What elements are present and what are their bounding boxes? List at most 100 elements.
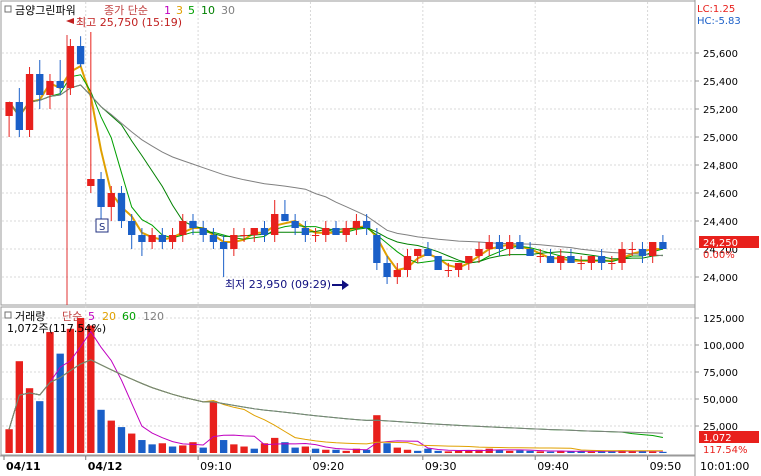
volume-bar — [199, 447, 207, 453]
volume-bar — [128, 433, 136, 453]
candle-body — [66, 46, 75, 88]
volume-bar — [342, 450, 350, 453]
candle-body — [495, 242, 504, 249]
ma-period-5: 5 — [188, 4, 195, 17]
candle-body — [373, 235, 381, 263]
y-tick-label: 24,000 — [703, 273, 738, 284]
volume-bar — [536, 451, 544, 453]
volume-bar — [403, 449, 412, 453]
candle-body — [230, 235, 238, 249]
candle-body — [475, 249, 483, 256]
candle-body — [15, 102, 24, 130]
candle-body — [56, 81, 64, 88]
volume-bar — [516, 450, 524, 453]
volume-bar — [179, 445, 187, 453]
volume-bar — [250, 448, 258, 453]
volume-bar — [107, 420, 115, 453]
volume-bar — [485, 448, 493, 453]
candle-body — [352, 221, 361, 228]
volume-bar — [505, 450, 514, 453]
volume-bar — [36, 401, 44, 453]
y-tick-label: 25,400 — [703, 77, 738, 88]
stock-name: 금양그린파워 — [15, 4, 76, 17]
x-tick-label: 09:10 — [200, 460, 232, 473]
volume-badge-text: 1,072 — [703, 433, 732, 444]
volume-bar — [168, 446, 177, 453]
candle-body — [567, 256, 575, 263]
candle-body — [444, 270, 453, 271]
price-change-pct: 0.00% — [703, 250, 735, 261]
volume-bar — [383, 443, 391, 453]
x-tick-label: 04/12 — [88, 460, 123, 473]
y-tick-label: 25,600 — [703, 49, 738, 60]
volume-bar — [230, 444, 238, 453]
candle-body — [179, 221, 187, 235]
candle-body — [454, 263, 463, 270]
volume-bar — [209, 401, 218, 453]
x-tick-label: 10:01:00 — [700, 460, 749, 473]
candle-body — [577, 263, 585, 264]
candle-body — [128, 221, 136, 235]
candle-body — [291, 221, 299, 228]
x-tick-label: 09:50 — [650, 460, 682, 473]
volume-bar — [117, 427, 126, 453]
volume-bar — [434, 450, 442, 453]
volume-bar — [15, 361, 24, 453]
candle-body — [240, 235, 248, 236]
candle-body — [536, 256, 544, 257]
y-tick-label: 100,000 — [703, 341, 744, 352]
lc-label: LC:1.25 — [697, 4, 735, 15]
candle-body — [414, 249, 422, 256]
volume-bar — [322, 449, 330, 453]
volume-bar — [76, 318, 85, 453]
y-tick-label: 125,000 — [703, 314, 744, 325]
candle-body — [168, 235, 177, 242]
candle-body — [424, 249, 432, 256]
volume-info: 1,072주(117.54%) — [7, 322, 106, 335]
volume-bar — [526, 450, 534, 453]
high-annotation: 최고 25,750 (15:19) — [76, 16, 182, 29]
candle-body — [117, 193, 126, 221]
candle-body — [648, 242, 657, 256]
x-tick-label: 09:40 — [537, 460, 569, 473]
panel-menu-icon[interactable] — [4, 5, 12, 13]
candle-body — [485, 242, 493, 249]
ma-period-30: 30 — [221, 4, 235, 17]
candle-body — [434, 256, 442, 270]
vol-ma-120: 120 — [143, 310, 164, 323]
x-tick-label: 09:30 — [425, 460, 457, 473]
volume-menu-icon[interactable] — [4, 311, 12, 319]
candle-body — [638, 249, 647, 256]
volume-bar — [301, 446, 310, 453]
volume-bar — [56, 353, 64, 453]
candle-body — [107, 193, 115, 207]
volume-bar — [424, 448, 432, 453]
y-tick-label: 24,600 — [703, 189, 738, 200]
volume-bar — [291, 447, 299, 453]
x-tick-label: 04/11 — [6, 460, 41, 473]
candle-body — [76, 46, 85, 65]
volume-bar — [5, 429, 13, 453]
candle-body — [46, 81, 54, 95]
candle-body — [383, 263, 391, 277]
volume-bar — [219, 440, 228, 453]
y-tick-label: 24,400 — [703, 217, 738, 228]
volume-bar — [393, 447, 401, 453]
candle-body — [189, 221, 197, 228]
candle-body — [393, 270, 401, 277]
low-annotation: 최저 23,950 (09:29) — [225, 278, 331, 291]
candle-body — [342, 228, 350, 235]
volume-bar — [25, 388, 34, 453]
candle-body — [5, 102, 13, 116]
candle-body — [659, 242, 667, 249]
volume-bar — [659, 451, 667, 453]
candle-body — [505, 242, 514, 249]
volume-bar — [158, 443, 167, 453]
candle-body — [332, 228, 340, 235]
candle-body — [557, 256, 565, 263]
volume-bar — [271, 437, 279, 453]
candle-body — [526, 249, 534, 256]
candle-body — [597, 256, 606, 263]
volume-bar — [311, 448, 320, 453]
volume-bar — [66, 328, 75, 453]
